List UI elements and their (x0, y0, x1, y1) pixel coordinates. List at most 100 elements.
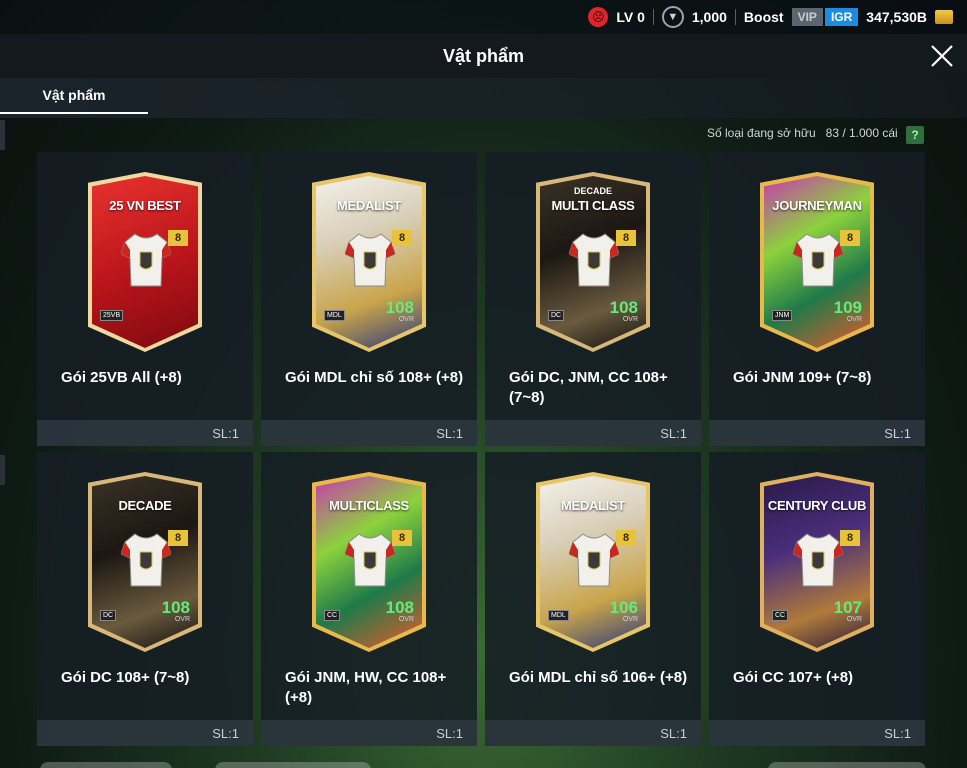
ovr-value: 107 OVR (834, 599, 862, 624)
class-badge: JNM (772, 310, 793, 321)
ovr-number: 108 (385, 298, 414, 317)
card-title: MEDALIST (336, 198, 402, 213)
level-badge: 8 (392, 530, 412, 546)
item-quantity: SL:1 (436, 726, 463, 741)
class-badge: DC (548, 310, 565, 321)
card-border: MULTICLASS 8 108 OVR CC (312, 472, 426, 652)
vip-badge[interactable]: VIP (791, 8, 823, 26)
coin-amount: 1,000 (691, 9, 727, 25)
card-title: DECADE (118, 498, 172, 513)
item-name: Gói MDL chỉ số 108+ (+8) (285, 369, 464, 386)
ovr-label: OVR (398, 316, 414, 323)
ovr-number: 109 (833, 298, 862, 317)
item-tile[interactable]: DECADE MULTI CLASS 8 108 OVR DC Gói DC, … (485, 152, 701, 446)
pack-card: DECADE 8 108 OVR DC (88, 472, 202, 652)
card-title: JOURNEYMAN (772, 198, 862, 213)
item-tile[interactable]: DECADE 8 108 OVR DC Gói DC 108+ (7~8) SL… (37, 452, 253, 746)
ovr-value: 108 OVR (385, 598, 414, 624)
help-button[interactable]: ? (906, 126, 924, 144)
bp-amount: 347,530B (866, 9, 927, 25)
item-tile[interactable]: JOURNEYMAN 8 109 OVR JNM Gói JNM 109+ (7… (709, 152, 925, 446)
card-border: 25 VN BEST 8 25VB (88, 172, 202, 352)
top-status-bar: ☹ LV 0 ▼ 1,000 Boost VIP IGR 347,530B (0, 0, 967, 34)
level-icon: ☹ (588, 7, 609, 27)
bottom-button[interactable] (40, 762, 172, 768)
bottom-button[interactable] (215, 762, 371, 768)
ovr-value: 108 OVR (162, 599, 190, 624)
item-quantity: SL:1 (884, 726, 911, 741)
item-quantity: SL:1 (660, 726, 687, 741)
item-tile[interactable]: 25 VN BEST 8 25VB Gói 25VB All (+8) SL:1 (37, 152, 253, 446)
item-name: Gói JNM, HW, CC 108+ (+8) (285, 669, 447, 706)
pack-card: JOURNEYMAN 8 109 OVR JNM (760, 172, 874, 352)
jersey-icon (344, 232, 396, 288)
class-badge: MDL (324, 310, 345, 321)
card-subtitle: DECADE (573, 186, 612, 196)
level-badge: 8 (840, 230, 860, 246)
left-edge-handle (0, 455, 5, 485)
jersey-icon (568, 532, 620, 588)
ovr-label: OVR (622, 616, 638, 623)
divider (652, 9, 654, 25)
class-badge: MDL (548, 610, 569, 621)
item-quantity: SL:1 (660, 426, 687, 441)
level-badge: 8 (616, 230, 636, 246)
igr-badge[interactable]: IGR (824, 8, 859, 26)
card-border: MEDALIST 8 106 OVR MDL (536, 472, 650, 652)
pack-card: CENTURY CLUB 8 107 OVR CC (760, 472, 874, 652)
owned-label: Số loại đang sở hữu (707, 126, 816, 140)
pack-card: 25 VN BEST 8 25VB (88, 172, 202, 352)
divider (734, 9, 736, 25)
coin-icon: ▼ (661, 6, 684, 28)
card-border: JOURNEYMAN 8 109 OVR JNM (760, 172, 874, 352)
page-title: Vật phẩm (442, 45, 525, 66)
dialog-header: Vật phẩm (0, 34, 967, 78)
ovr-label: OVR (846, 616, 862, 623)
ovr-value: 108 OVR (385, 298, 414, 324)
level-badge: 8 (392, 230, 412, 246)
item-tile[interactable]: MULTICLASS 8 108 OVR CC Gói JNM, HW, CC … (261, 452, 477, 746)
item-quantity: SL:1 (436, 426, 463, 441)
ovr-value: 108 OVR (609, 298, 638, 324)
jersey-icon (344, 532, 396, 588)
item-quantity: SL:1 (884, 426, 911, 441)
close-icon (931, 45, 953, 67)
item-name: Gói DC 108+ (7~8) (61, 669, 190, 686)
card-title: MULTI CLASS (551, 198, 635, 213)
tab-items[interactable]: Vật phẩm (0, 78, 148, 114)
level-badge: 8 (616, 530, 636, 546)
class-badge: CC (324, 610, 341, 621)
ovr-number: 108 (385, 598, 414, 617)
pack-card: DECADE MULTI CLASS 8 108 OVR DC (536, 172, 650, 352)
item-name: Gói 25VB All (+8) (61, 369, 182, 386)
card-title: MEDALIST (560, 498, 626, 513)
item-tile[interactable]: CENTURY CLUB 8 107 OVR CC Gói CC 107+ (+… (709, 452, 925, 746)
item-name: Gói MDL chỉ số 106+ (+8) (509, 669, 688, 686)
item-name: Gói DC, JNM, CC 108+ (7~8) (509, 369, 668, 406)
item-tile[interactable]: MEDALIST 8 108 OVR MDL Gói MDL chỉ số 10… (261, 152, 477, 446)
level-label: LV 0 (616, 9, 645, 25)
left-edge-handle (0, 120, 5, 150)
ovr-number: 106 (609, 598, 638, 617)
pack-card: MEDALIST 8 106 OVR MDL (536, 472, 650, 652)
ovr-label: OVR (174, 616, 190, 623)
pack-card: MULTICLASS 8 108 OVR CC (312, 472, 426, 652)
boost-label[interactable]: Boost (744, 9, 784, 25)
ovr-number: 108 (609, 298, 638, 317)
jersey-icon (792, 232, 844, 288)
bottom-button[interactable] (768, 762, 926, 768)
jersey-icon (120, 232, 172, 288)
level-badge: 8 (168, 530, 188, 546)
class-badge: 25VB (100, 310, 124, 321)
card-border: DECADE MULTI CLASS 8 108 OVR DC (536, 172, 650, 352)
item-name: Gói CC 107+ (+8) (733, 669, 854, 686)
jersey-icon (568, 232, 620, 288)
item-tile[interactable]: MEDALIST 8 106 OVR MDL Gói MDL chỉ số 10… (485, 452, 701, 746)
ovr-value: 106 OVR (609, 598, 638, 624)
ovr-label: OVR (622, 316, 638, 323)
card-border: CENTURY CLUB 8 107 OVR CC (760, 472, 874, 652)
item-quantity: SL:1 (212, 726, 239, 741)
jersey-icon (120, 532, 172, 588)
close-button[interactable] (927, 41, 957, 71)
card-title: CENTURY CLUB (767, 498, 867, 513)
